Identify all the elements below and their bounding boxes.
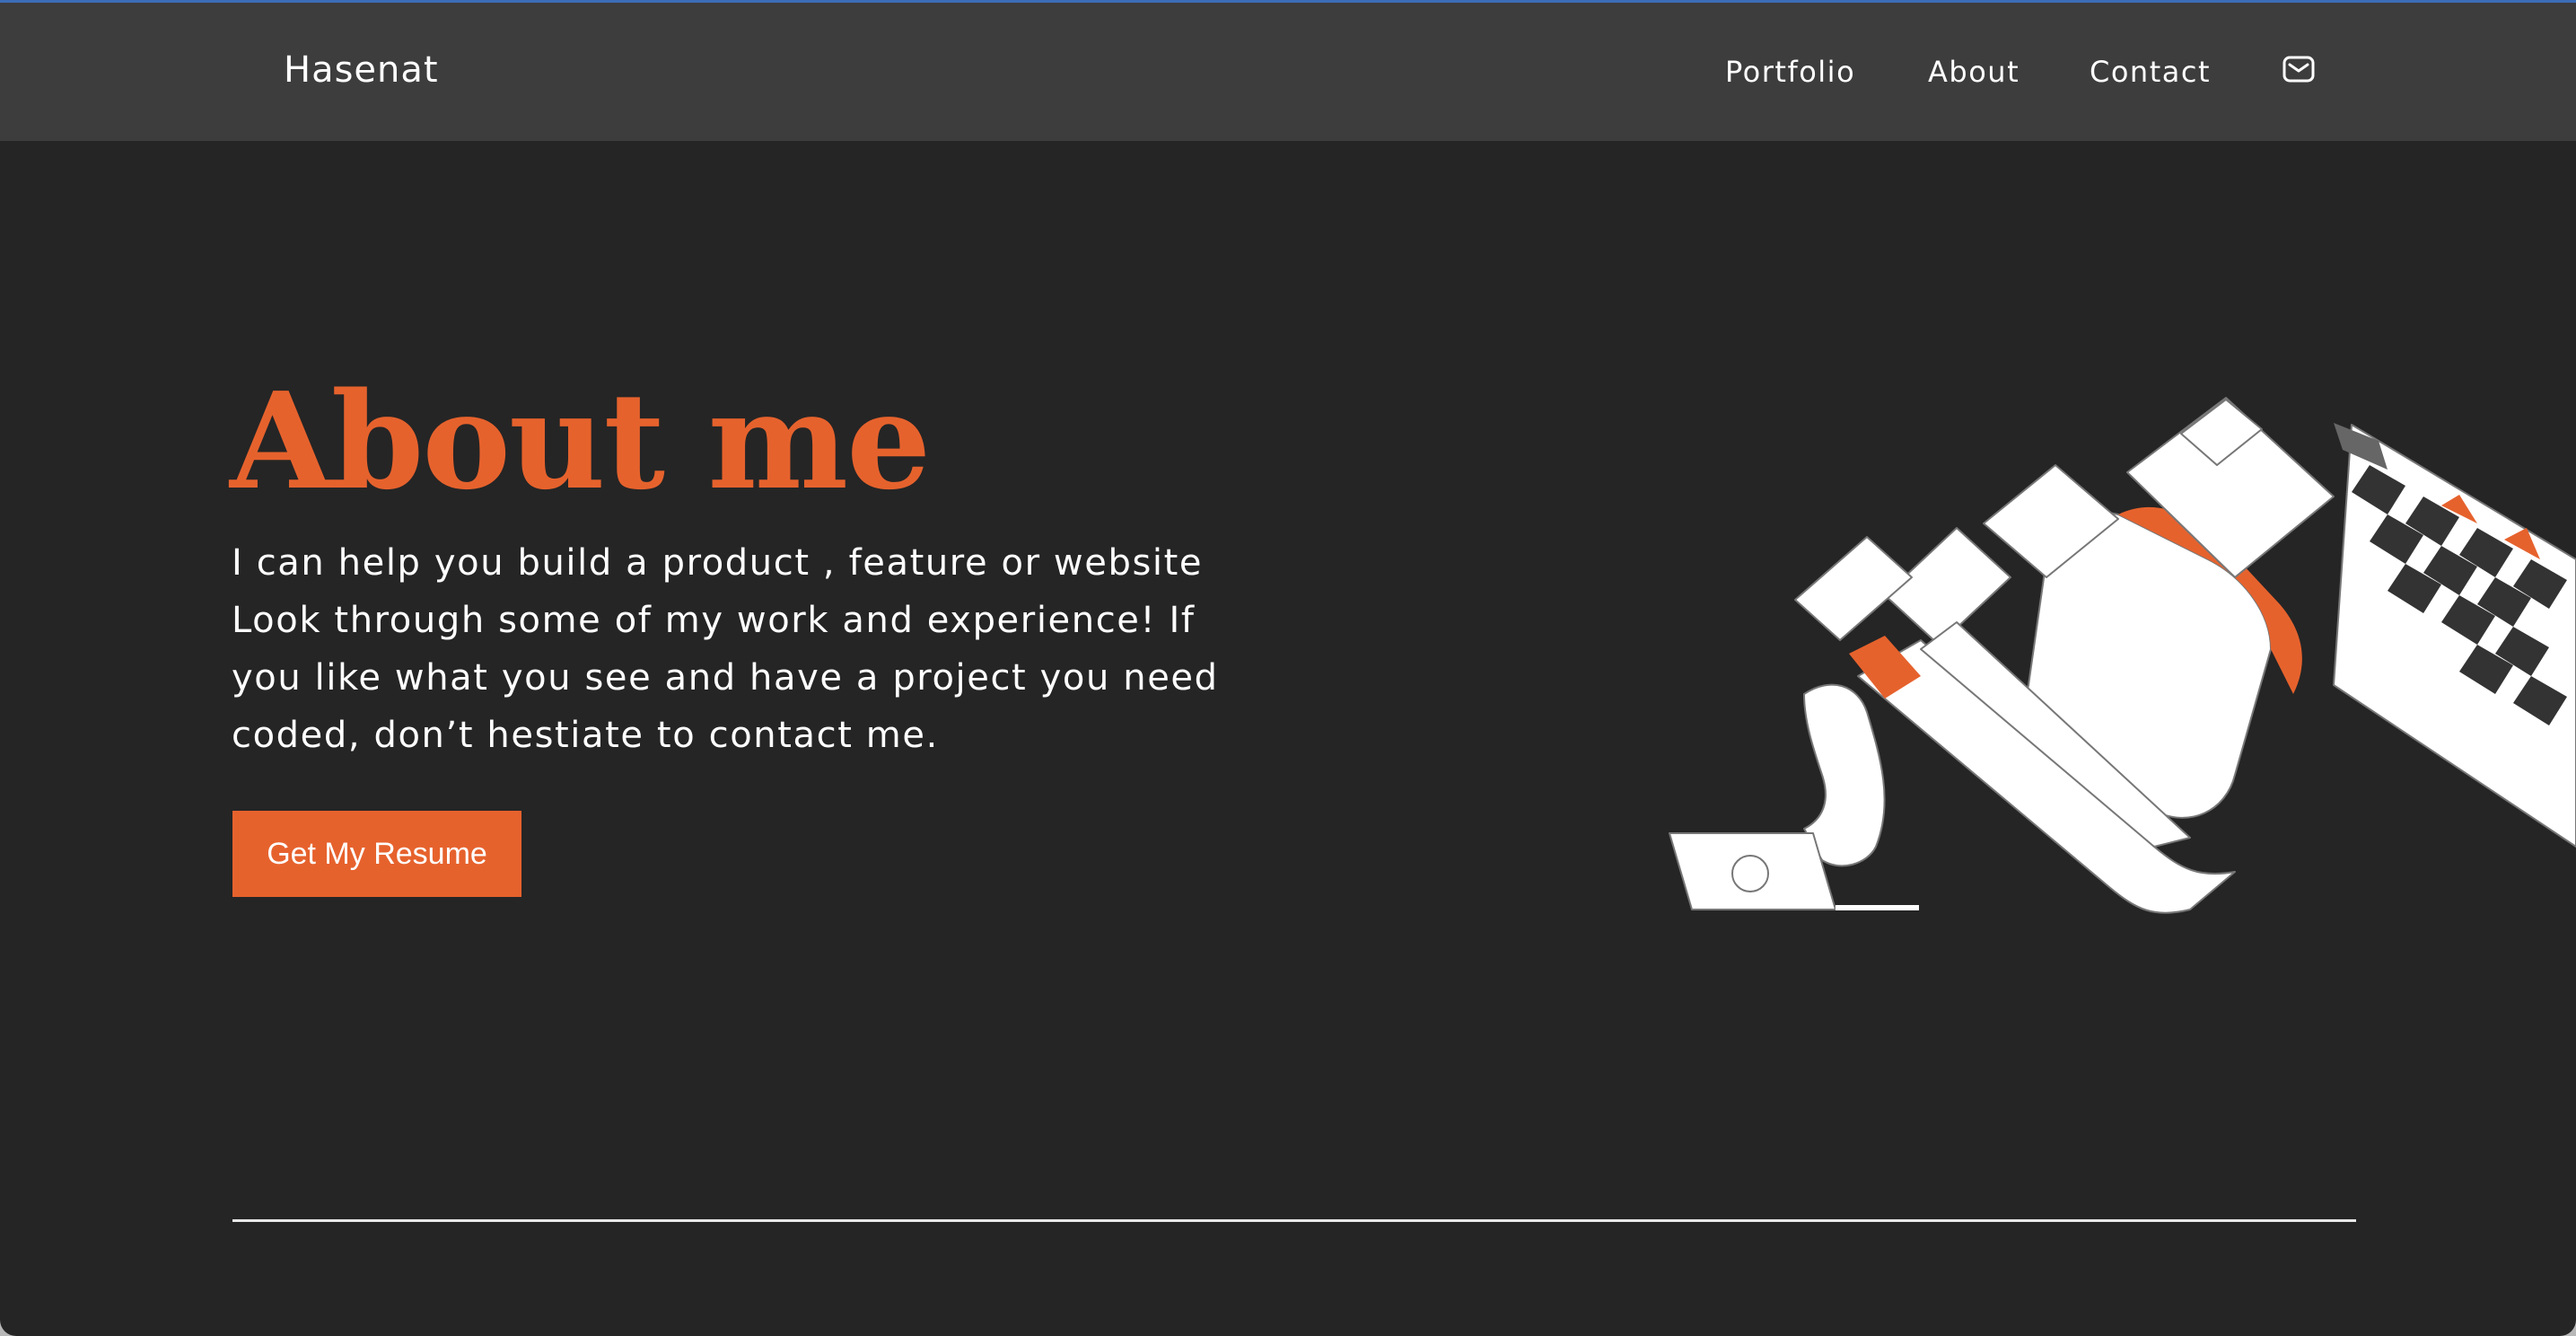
- hero-text-line: coded, don’t hestiate to contact me.: [232, 715, 939, 756]
- hero-title: About me: [230, 363, 931, 519]
- nav-link-portfolio[interactable]: Portfolio: [1725, 55, 1855, 89]
- browser-window: Hasenat Portfolio About Contact About me…: [0, 0, 2576, 1336]
- brand-logo[interactable]: Hasenat: [284, 49, 439, 91]
- hero-text-line: you like what you see and have a project…: [232, 657, 1219, 699]
- nav-link-about[interactable]: About: [1928, 55, 2020, 89]
- nav-link-contact[interactable]: Contact: [2090, 55, 2211, 89]
- hero-illustration: [1652, 380, 2576, 954]
- navbar: Hasenat Portfolio About Contact: [0, 3, 2576, 141]
- get-resume-button[interactable]: Get My Resume: [232, 811, 521, 897]
- section-divider: [232, 1219, 2356, 1222]
- hero-text-line: I can help you build a product , feature…: [232, 542, 1204, 584]
- mail-icon[interactable]: [2282, 55, 2316, 84]
- hero-text-line: Look through some of my work and experie…: [232, 600, 1196, 641]
- hero-description: I can help you build a product , feature…: [232, 534, 1273, 764]
